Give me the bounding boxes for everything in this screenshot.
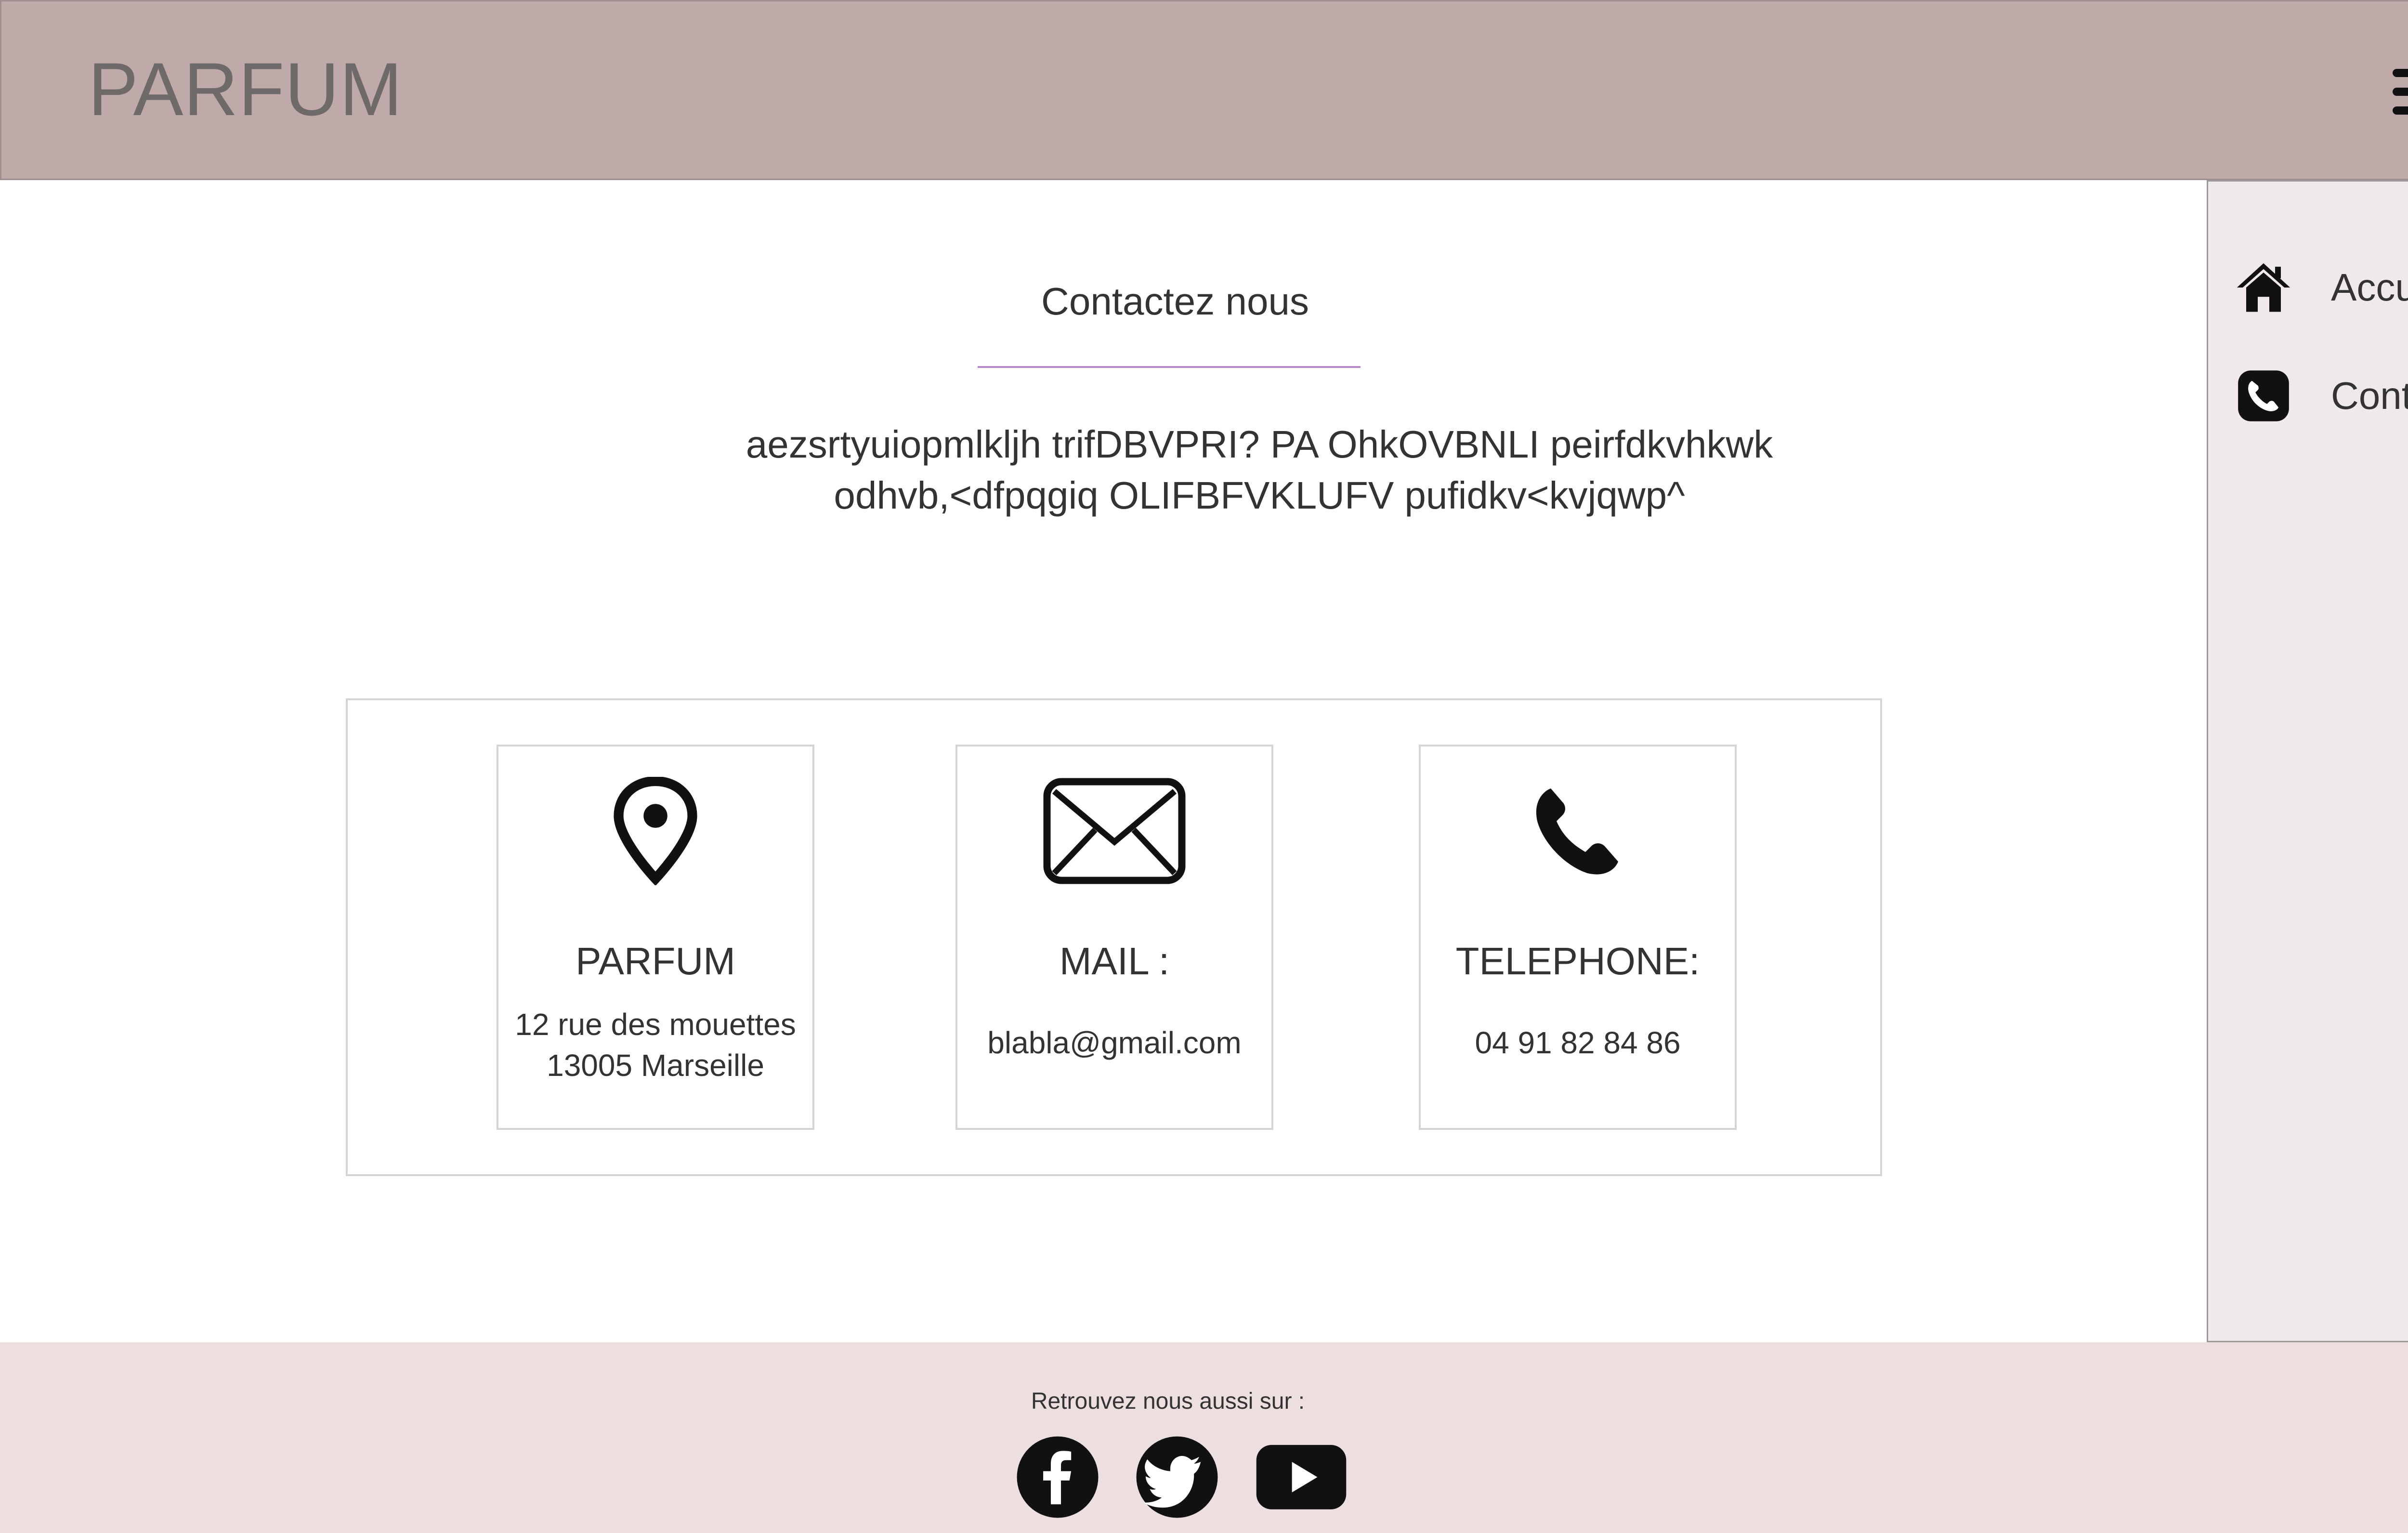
intro-line: aezsrtyuiopmlkljh trifDBVPRI? PA OhkOVBN… [746, 423, 1773, 466]
phone-number[interactable]: 04 91 82 84 86 [1421, 1025, 1735, 1061]
sidebar-item-accueil[interactable]: Accueil [2235, 259, 2408, 316]
side-menu: Accueil Contacts [2207, 180, 2408, 1342]
sidebar-item-label: Accueil [2331, 266, 2408, 309]
card-title: PARFUM [576, 940, 735, 983]
address-card: PARFUM 12 rue des mouettes 13005 Marseil… [497, 745, 814, 1130]
sidebar-item-contacts[interactable]: Contacts [2235, 367, 2408, 425]
page-title: Contactez nous [1041, 280, 1309, 323]
brand-logo[interactable]: PARFUM [88, 52, 403, 127]
hamburger-menu-icon[interactable] [2393, 69, 2408, 115]
facebook-icon[interactable] [1015, 1435, 1100, 1520]
youtube-icon[interactable] [1254, 1435, 1348, 1520]
twitter-icon[interactable] [1135, 1435, 1219, 1520]
home-icon [2237, 263, 2290, 312]
site-footer: Retrouvez nous aussi sur : [0, 1342, 2408, 1533]
phone-square-icon [2238, 370, 2289, 421]
follow-text: Retrouvez nous aussi sur : [1031, 1389, 1305, 1414]
title-underline [978, 366, 1361, 368]
phone-card: TELEPHONE: 04 91 82 84 86 [1419, 745, 1737, 1130]
site-header: PARFUM [0, 0, 2408, 180]
card-title: TELEPHONE: [1455, 940, 1700, 983]
envelope-icon [1043, 778, 1186, 884]
intro-text: aezsrtyuiopmlkljh trifDBVPRI? PA OhkOVBN… [665, 419, 1854, 521]
card-title: MAIL : [1059, 940, 1170, 983]
address-line: 12 rue des mouettes [515, 1007, 796, 1042]
phone-icon [1536, 788, 1618, 875]
sidebar-item-label: Contacts [2331, 374, 2408, 417]
address-line: 13005 Marseille [547, 1048, 764, 1083]
email-link[interactable]: blabla@gmail.com [957, 1025, 1271, 1061]
location-pin-icon [614, 776, 697, 885]
mail-card: MAIL : blabla@gmail.com [955, 745, 1273, 1130]
intro-line: odhvb,<dfpqgiq OLIFBFVKLUFV pufidkv<kvjq… [834, 474, 1685, 517]
